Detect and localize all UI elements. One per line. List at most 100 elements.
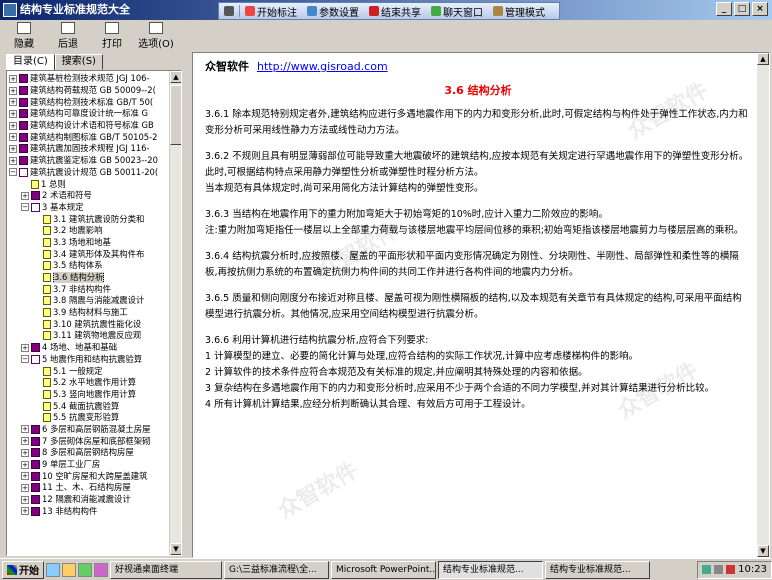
- hide-button[interactable]: 隐藏: [6, 20, 42, 50]
- task-item[interactable]: G:\三益标准流程\全...: [224, 560, 329, 579]
- expand-icon[interactable]: +: [21, 448, 29, 457]
- volume-icon[interactable]: [714, 565, 724, 574]
- tree-scrollbar[interactable]: ▲ ▼: [169, 71, 181, 555]
- expand-icon[interactable]: +: [21, 472, 29, 481]
- expand-icon[interactable]: +: [9, 86, 17, 95]
- tree-node[interactable]: +7 多层砌体房屋和底部框架砌: [7, 435, 171, 447]
- tree-node[interactable]: 3.8 隔震与消能减震设计: [7, 295, 171, 307]
- task-item[interactable]: Microsoft PowerPoint...: [331, 560, 436, 579]
- tree-node[interactable]: − 3 基本规定: [7, 202, 171, 214]
- tree-node[interactable]: + 建筑结构设计术语和符号标准 GB: [7, 120, 171, 132]
- tree-node[interactable]: +9 单层工业厂房: [7, 459, 171, 471]
- param-settings-button[interactable]: 参数设置: [302, 4, 364, 19]
- task-item[interactable]: 结构专业标准规范...: [545, 560, 650, 579]
- tree-node[interactable]: 3.1 建筑抗震设防分类和: [7, 213, 171, 225]
- scroll-down-arrow-icon[interactable]: ▼: [757, 545, 769, 557]
- tree-node[interactable]: 3.3 场地和地基: [7, 237, 171, 249]
- floatbar-pin[interactable]: [219, 6, 239, 16]
- options-button[interactable]: 选项(O): [138, 20, 174, 50]
- tree-node[interactable]: +2 术语和符号: [7, 190, 171, 202]
- page-icon: [43, 296, 51, 306]
- end-share-button[interactable]: 结束共享: [364, 4, 426, 19]
- expand-icon[interactable]: +: [21, 507, 29, 516]
- tree-node[interactable]: + 建筑结构可靠度设计统一标准 G: [7, 108, 171, 120]
- expand-icon[interactable]: +: [9, 109, 17, 118]
- tree-node[interactable]: 3.4 建筑形体及其构件布: [7, 248, 171, 260]
- chat-window-button[interactable]: 聊天窗口: [426, 4, 488, 19]
- admin-mode-button[interactable]: 管理模式: [488, 4, 550, 19]
- tree-node[interactable]: +4 场地、地基和基础: [7, 342, 171, 354]
- expand-icon[interactable]: +: [21, 460, 29, 469]
- tree-node[interactable]: 3.10 建筑抗震性能化设: [7, 318, 171, 330]
- scroll-up-arrow-icon[interactable]: ▲: [170, 71, 181, 83]
- tab-search[interactable]: 搜索(S): [54, 54, 103, 70]
- print-button[interactable]: 打印: [94, 20, 130, 50]
- quicklaunch-app-icon[interactable]: [78, 562, 92, 577]
- tree-node[interactable]: +8 多层和高层钢结构房屋: [7, 447, 171, 459]
- tree-node-label: 3.4 建筑形体及其构件布: [53, 248, 145, 259]
- content-scrollbar[interactable]: ▲ ▼: [757, 53, 769, 557]
- close-button[interactable]: ×: [752, 2, 768, 16]
- minimize-button[interactable]: _: [716, 2, 732, 16]
- quicklaunch-ie-icon[interactable]: [46, 562, 60, 577]
- tree-node[interactable]: +11 土、木、石结构房屋: [7, 482, 171, 494]
- expand-icon[interactable]: +: [9, 98, 17, 107]
- network-icon[interactable]: [702, 565, 712, 574]
- tree-node[interactable]: 3.9 结构材料与施工: [7, 307, 171, 319]
- expand-icon[interactable]: +: [9, 121, 17, 130]
- start-button[interactable]: 开始: [2, 560, 44, 579]
- tree-node[interactable]: 5.2 水平地震作用计算: [7, 377, 171, 389]
- tree-node[interactable]: 3.11 建筑物地震反应观: [7, 330, 171, 342]
- tree-node-label: 4 场地、地基和基础: [42, 342, 117, 353]
- expand-icon[interactable]: +: [9, 74, 17, 83]
- expand-icon[interactable]: +: [21, 343, 29, 352]
- expand-icon[interactable]: +: [9, 144, 17, 153]
- expand-icon[interactable]: +: [9, 156, 17, 165]
- maximize-button[interactable]: □: [734, 2, 750, 16]
- quicklaunch-app-icon[interactable]: [94, 562, 108, 577]
- scroll-down-arrow-icon[interactable]: ▼: [170, 543, 181, 555]
- tab-contents[interactable]: 目录(C): [6, 54, 55, 71]
- tree-node[interactable]: 3.5 结构体系: [7, 260, 171, 272]
- tree-node[interactable]: 5.3 竖向地震作用计算: [7, 389, 171, 401]
- tree-node[interactable]: +13 非结构构件: [7, 505, 171, 517]
- tree-node[interactable]: + 建筑结构荷载规范 GB 50009--2(: [7, 85, 171, 97]
- expand-icon[interactable]: +: [21, 425, 29, 434]
- tree-node[interactable]: − 5 地震作用和结构抗震验算: [7, 354, 171, 366]
- back-button[interactable]: 后退: [50, 20, 86, 50]
- tree-node[interactable]: 3.2 地震影响: [7, 225, 171, 237]
- task-item[interactable]: 好视通桌面终端: [110, 560, 222, 579]
- tree-node[interactable]: 1 总则: [7, 178, 171, 190]
- task-item[interactable]: 结构专业标准规范...: [438, 560, 543, 579]
- expand-icon[interactable]: +: [21, 437, 29, 446]
- tree-node[interactable]: +12 隔震和消能减震设计: [7, 494, 171, 506]
- tree-node[interactable]: 3.6 结构分析: [7, 271, 171, 284]
- expand-icon[interactable]: +: [21, 191, 29, 200]
- collapse-icon[interactable]: −: [21, 355, 29, 364]
- tree-node-label: 3.7 非结构构件: [53, 283, 111, 294]
- website-link[interactable]: http://www.gisroad.com: [257, 60, 388, 73]
- tree-node[interactable]: 5.1 一般规定: [7, 365, 171, 377]
- tree-node[interactable]: − 建筑抗震设计规范 GB 50011-20(: [7, 167, 171, 179]
- scroll-thumb[interactable]: [170, 85, 181, 145]
- collapse-icon[interactable]: −: [21, 203, 29, 212]
- tree-node[interactable]: + 建筑结构制图标准 GB/T 50105-2: [7, 131, 171, 143]
- expand-icon[interactable]: +: [21, 495, 29, 504]
- expand-icon[interactable]: +: [21, 483, 29, 492]
- tree-node[interactable]: 3.7 非结构构件: [7, 283, 171, 295]
- tree-node[interactable]: + 建筑基桩检测技术规范 JGJ 106-: [7, 73, 171, 85]
- expand-icon[interactable]: +: [9, 133, 17, 142]
- tree-node[interactable]: +10 空旷房屋和大跨屋盖建筑: [7, 470, 171, 482]
- tree-node[interactable]: + 建筑抗震加固技术规程 JGJ 116-: [7, 143, 171, 155]
- security-icon[interactable]: [726, 565, 736, 574]
- collapse-icon[interactable]: −: [9, 168, 17, 177]
- scroll-up-arrow-icon[interactable]: ▲: [757, 53, 769, 65]
- tree-node[interactable]: 5.4 截面抗震验算: [7, 400, 171, 412]
- quicklaunch-desktop-icon[interactable]: [62, 562, 76, 577]
- tree-node[interactable]: + 建筑抗震鉴定标准 GB 50023--20: [7, 155, 171, 167]
- tree-node[interactable]: 5.5 抗震变形验算: [7, 412, 171, 424]
- start-annotation-button[interactable]: 开始标注: [240, 4, 302, 19]
- tree-node[interactable]: + 建筑结构检测技术标准 GB/T 50(: [7, 96, 171, 108]
- tree-list: + 建筑基桩检测技术规范 JGJ 106- + 建筑结构荷载规范 GB 50009--…: [7, 73, 171, 517]
- tree-node[interactable]: +6 多层和高层钢筋混凝土房屋: [7, 424, 171, 436]
